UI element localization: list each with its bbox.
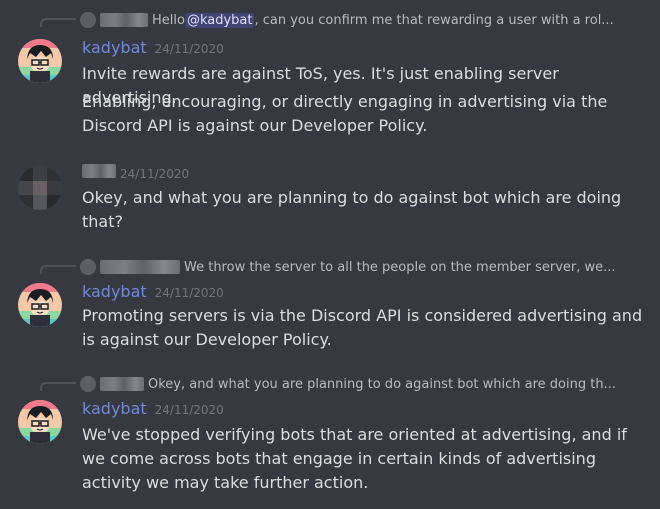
message-text: Enabling, encouraging, or directly engag… bbox=[82, 92, 608, 135]
reply-text: We throw the server to all the people on… bbox=[184, 259, 616, 275]
reply-mention[interactable]: @kadybat bbox=[184, 12, 255, 28]
username[interactable]: kadybat bbox=[82, 282, 147, 301]
reply-avatar bbox=[80, 259, 96, 275]
chat-messages: Hello @kadybat, can you confirm me that … bbox=[0, 0, 660, 509]
reply-avatar bbox=[80, 12, 96, 28]
avatar[interactable] bbox=[18, 166, 62, 210]
reply-preview[interactable]: We throw the server to all the people on… bbox=[80, 258, 616, 276]
redacted-username bbox=[100, 260, 180, 274]
message-header: kadybat 24/11/2020 bbox=[82, 38, 224, 60]
message-text: Okey, and what you are planning to do ag… bbox=[82, 188, 622, 231]
timestamp[interactable]: 24/11/2020 bbox=[155, 42, 224, 56]
reply-prefix: Hello bbox=[152, 12, 185, 28]
message-text: Promoting servers is via the Discord API… bbox=[82, 306, 643, 349]
username[interactable]: kadybat bbox=[82, 399, 147, 418]
reply-preview[interactable]: Hello @kadybat, can you confirm me that … bbox=[80, 11, 614, 29]
avatar[interactable] bbox=[18, 283, 62, 327]
pixelated-avatar-icon bbox=[18, 166, 62, 210]
reply-text: Okey, and what you are planning to do ag… bbox=[148, 376, 616, 392]
redacted-username bbox=[100, 377, 144, 391]
timestamp[interactable]: 24/11/2020 bbox=[155, 403, 224, 417]
reply-avatar bbox=[80, 376, 96, 392]
timestamp[interactable]: 24/11/2020 bbox=[120, 167, 189, 181]
reply-preview[interactable]: Okey, and what you are planning to do ag… bbox=[80, 375, 616, 393]
message-text: We've stopped verifying bots that are or… bbox=[82, 425, 627, 492]
reply-spine bbox=[40, 265, 76, 274]
username[interactable]: kadybat bbox=[82, 38, 147, 57]
reply-suffix: , can you confirm me that rewarding a us… bbox=[254, 12, 614, 28]
reply-spine bbox=[40, 382, 76, 391]
avatar[interactable] bbox=[18, 39, 62, 83]
timestamp[interactable]: 24/11/2020 bbox=[155, 286, 224, 300]
kadybat-avatar-icon bbox=[18, 283, 62, 327]
avatar[interactable] bbox=[18, 400, 62, 444]
message-header: kadybat 24/11/2020 bbox=[82, 399, 224, 421]
kadybat-avatar-icon bbox=[18, 39, 62, 83]
redacted-username bbox=[100, 13, 148, 27]
message-header: kadybat 24/11/2020 bbox=[82, 282, 224, 304]
redacted-username[interactable] bbox=[82, 164, 116, 178]
reply-spine bbox=[40, 18, 76, 27]
kadybat-avatar-icon bbox=[18, 400, 62, 444]
message-header: 24/11/2020 bbox=[82, 164, 189, 186]
